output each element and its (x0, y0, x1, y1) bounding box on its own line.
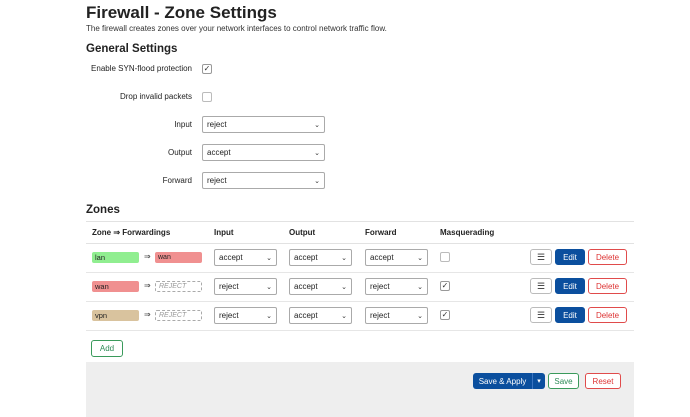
col-masquerading: Masquerading (440, 228, 495, 237)
list-icon: ☰ (536, 309, 546, 320)
list-icon-button[interactable]: ☰ (530, 278, 552, 294)
forward-target-badge: REJECT (155, 310, 202, 321)
zone-forward-value: reject (370, 282, 390, 291)
check-icon: ✓ (203, 64, 211, 73)
chevron-down-icon: ⌄ (341, 254, 347, 262)
list-icon: ☰ (536, 280, 546, 291)
forward-policy-value: reject (207, 176, 227, 185)
list-icon: ☰ (536, 251, 546, 262)
output-policy-label: Output (167, 148, 192, 157)
chevron-down-icon: ⌄ (314, 121, 320, 129)
page-description: The firewall creates zones over your net… (86, 24, 387, 33)
delete-button[interactable]: Delete (588, 307, 627, 323)
input-policy-select[interactable]: reject ⌄ (202, 116, 325, 133)
output-policy-select[interactable]: accept ⌄ (202, 144, 325, 161)
forward-target-badge: wan (155, 252, 202, 263)
forward-arrow-icon: ⇒ (144, 252, 151, 261)
zone-badge: wan (92, 281, 139, 292)
masquerading-checkbox[interactable]: ✓ (440, 310, 450, 320)
zone-row-lan: lan ⇒ wan accept ⌄ accept ⌄ accept ⌄ ☰ E… (86, 243, 634, 273)
col-output: Output (289, 228, 316, 237)
col-input: Input (214, 228, 234, 237)
drop-invalid-label: Drop invalid packets (119, 92, 192, 101)
zone-input-select[interactable]: accept ⌄ (214, 249, 277, 266)
zone-output-select[interactable]: accept ⌄ (289, 307, 352, 324)
chevron-down-icon: ⌄ (417, 254, 423, 262)
zone-input-select[interactable]: reject ⌄ (214, 278, 277, 295)
chevron-down-icon: ⌄ (266, 283, 272, 291)
chevron-down-icon: ⌄ (341, 312, 347, 320)
chevron-down-icon: ⌄ (266, 254, 272, 262)
forward-target-badge: REJECT (155, 281, 202, 292)
footer-bar (86, 362, 634, 417)
list-icon-button[interactable]: ☰ (530, 249, 552, 265)
zone-forward-value: accept (370, 253, 394, 262)
edit-button[interactable]: Edit (555, 249, 585, 265)
zone-forward-select[interactable]: reject ⌄ (365, 278, 428, 295)
drop-invalid-checkbox[interactable] (202, 92, 212, 102)
input-policy-value: reject (207, 120, 227, 129)
syn-flood-label: Enable SYN-flood protection (91, 64, 192, 73)
page-title: Firewall - Zone Settings (86, 3, 277, 22)
zone-output-select[interactable]: accept ⌄ (289, 249, 352, 266)
zone-forward-select[interactable]: reject ⌄ (365, 307, 428, 324)
save-apply-button[interactable]: Save & Apply (473, 373, 532, 389)
zone-badge: lan (92, 252, 139, 263)
edit-button[interactable]: Edit (555, 307, 585, 323)
zone-output-value: accept (294, 253, 318, 262)
masquerading-checkbox[interactable]: ✓ (440, 281, 450, 291)
edit-button[interactable]: Edit (555, 278, 585, 294)
forward-policy-label: Forward (162, 176, 192, 185)
zone-badge: vpn (92, 310, 139, 321)
save-apply-dropdown-button[interactable]: ▾ (532, 373, 545, 389)
add-zone-button[interactable]: Add (91, 340, 123, 357)
chevron-down-icon: ⌄ (314, 177, 320, 185)
zone-row-vpn: vpn ⇒ REJECT reject ⌄ accept ⌄ reject ⌄ … (86, 301, 634, 331)
zone-output-value: accept (294, 311, 318, 320)
zone-forward-select[interactable]: accept ⌄ (365, 249, 428, 266)
list-icon-button[interactable]: ☰ (530, 307, 552, 323)
col-forward: Forward (365, 228, 397, 237)
chevron-down-icon: ⌄ (417, 312, 423, 320)
delete-button[interactable]: Delete (588, 278, 627, 294)
zone-input-value: reject (219, 282, 239, 291)
zone-input-value: accept (219, 253, 243, 262)
output-policy-value: accept (207, 148, 231, 157)
zone-output-value: accept (294, 282, 318, 291)
forward-arrow-icon: ⇒ (144, 310, 151, 319)
chevron-down-icon: ⌄ (266, 312, 272, 320)
zone-output-select[interactable]: accept ⌄ (289, 278, 352, 295)
forward-arrow-icon: ⇒ (144, 281, 151, 290)
zone-forward-value: reject (370, 311, 390, 320)
check-icon: ✓ (441, 310, 449, 319)
general-settings-heading: General Settings (86, 43, 178, 55)
input-policy-label: Input (174, 120, 192, 129)
delete-button[interactable]: Delete (588, 249, 627, 265)
reset-button[interactable]: Reset (585, 373, 621, 389)
chevron-down-icon: ⌄ (341, 283, 347, 291)
zone-row-wan: wan ⇒ REJECT reject ⌄ accept ⌄ reject ⌄ … (86, 272, 634, 302)
zone-input-select[interactable]: reject ⌄ (214, 307, 277, 324)
zone-input-value: reject (219, 311, 239, 320)
zones-table-header: Zone ⇒ Forwardings Input Output Forward … (86, 221, 634, 244)
check-icon: ✓ (441, 281, 449, 290)
col-zone-forwardings: Zone ⇒ Forwardings (92, 228, 171, 237)
zones-heading: Zones (86, 204, 120, 216)
syn-flood-checkbox[interactable]: ✓ (202, 64, 212, 74)
masquerading-checkbox[interactable] (440, 252, 450, 262)
chevron-down-icon: ⌄ (417, 283, 423, 291)
chevron-down-icon: ▾ (537, 378, 541, 385)
chevron-down-icon: ⌄ (314, 149, 320, 157)
forward-policy-select[interactable]: reject ⌄ (202, 172, 325, 189)
save-button[interactable]: Save (548, 373, 579, 389)
